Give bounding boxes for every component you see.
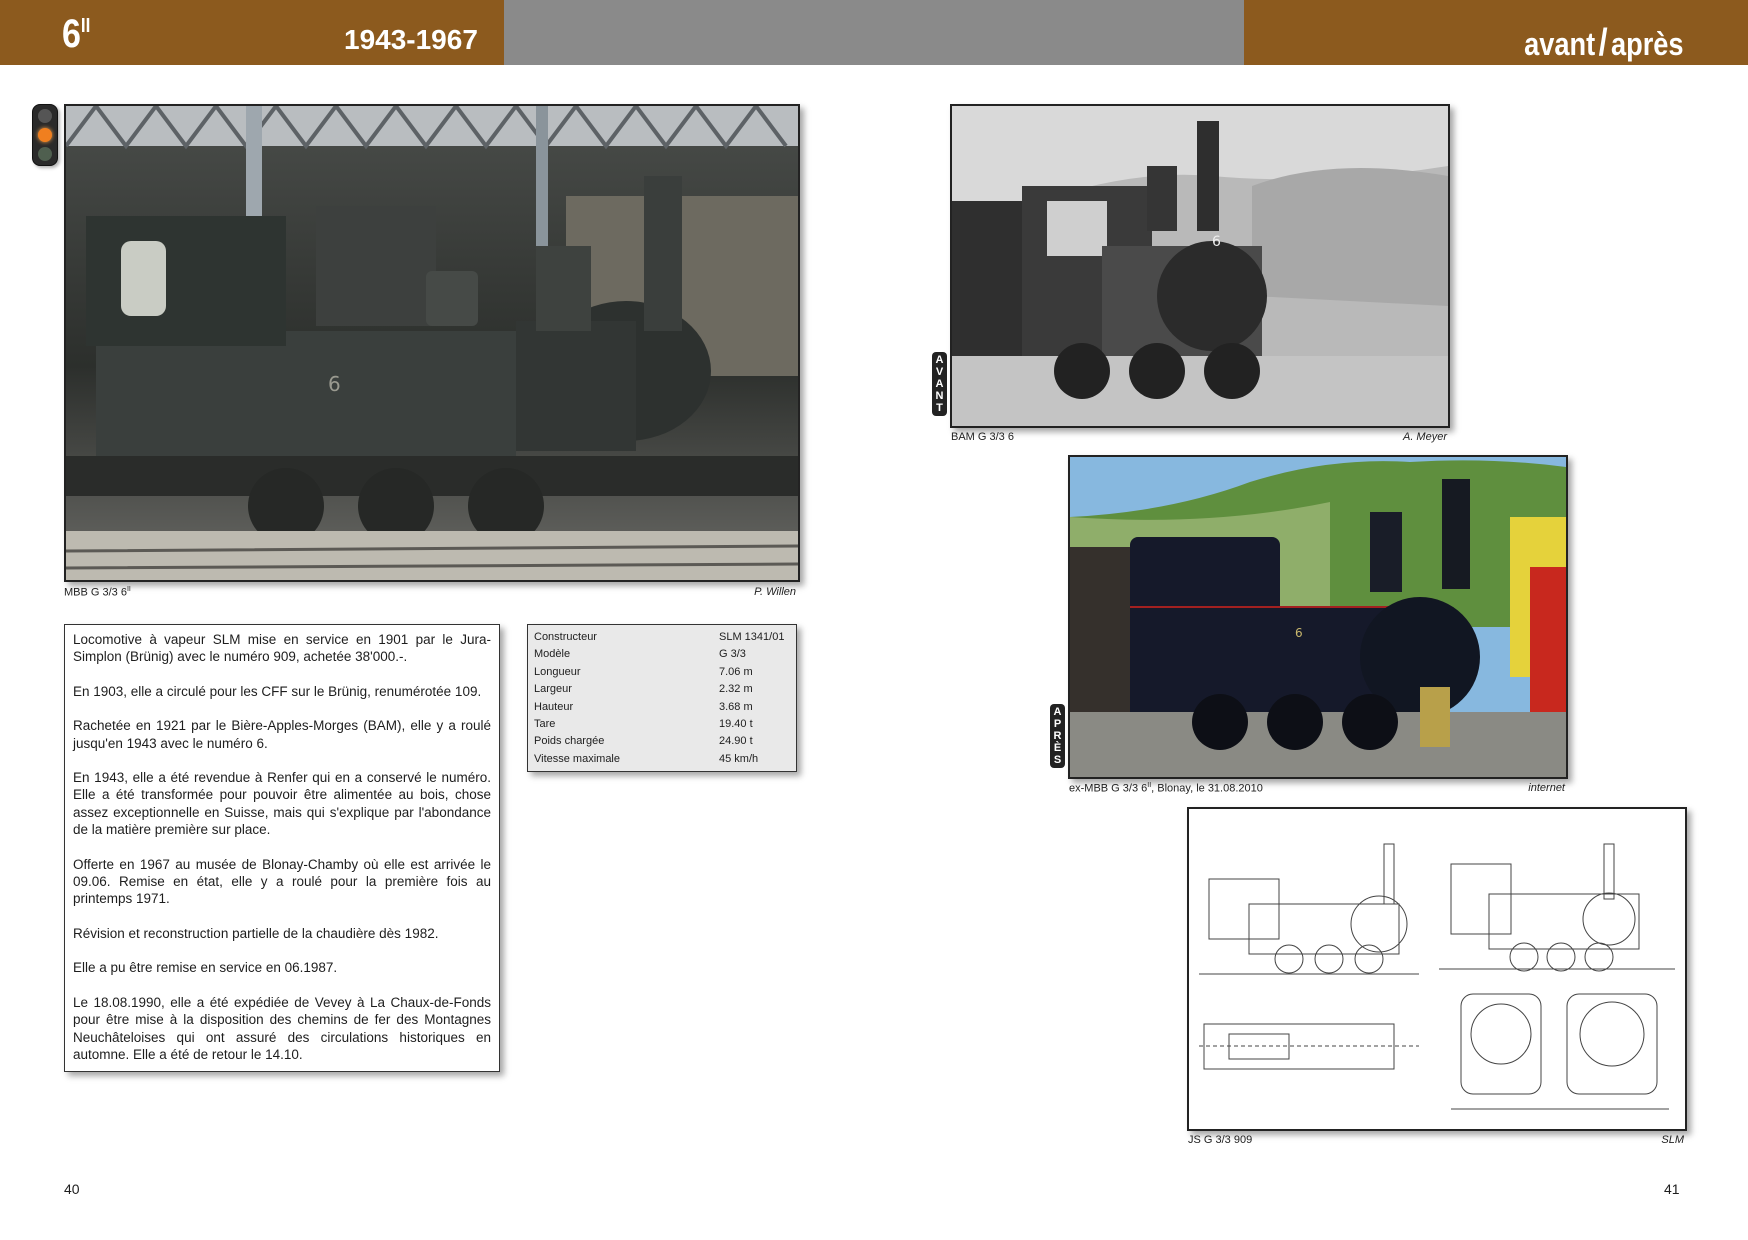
page-number-right: 41: [1664, 1181, 1680, 1197]
traffic-light-middle-lamp-orange: [38, 128, 52, 142]
main-photo-credit: P. Willen: [754, 586, 796, 598]
specs-table: Constructeur SLM 1341/01 Modèle G 3/3 Long…: [527, 624, 797, 772]
spec-row: Constructeur SLM 1341/01: [534, 631, 785, 643]
apres-vertical-label: APRÈS: [1050, 704, 1065, 768]
page-number-left: 40: [64, 1181, 80, 1197]
apres-photo-credit: internet: [1528, 782, 1565, 794]
avant-vertical-label: AVANT: [932, 352, 947, 416]
spec-row: Tare 19.40 t: [534, 718, 753, 731]
traffic-light-top-lamp: [38, 109, 52, 123]
spec-row: Modèle G 3/3: [534, 648, 746, 661]
traffic-light-icon: [32, 104, 58, 166]
header-middle-band: [504, 0, 1244, 65]
technical-drawing: [1187, 807, 1687, 1131]
apres-photo-caption: ex-MBB G 3/3 6II, Blonay, le 31.08.2010: [1069, 782, 1263, 795]
section-title: avant/après: [1524, 22, 1684, 64]
chapter-number: 6II: [62, 12, 91, 56]
avant-photo-caption: BAM G 3/3 6: [951, 431, 1014, 443]
spec-row: Longueur 7.06 m: [534, 665, 753, 678]
history-text-box: Locomotive à vapeur SLM mise en service …: [64, 624, 500, 1072]
drawing-credit: SLM: [1661, 1134, 1684, 1146]
apres-color-photo: 6: [1068, 455, 1568, 779]
avant-bw-photo: 6: [950, 104, 1450, 428]
svg-text:6: 6: [328, 372, 341, 396]
avant-photo-credit: A. Meyer: [1402, 431, 1447, 443]
header-right-band: avant/après: [1244, 0, 1748, 65]
history-paragraph: Offerte en 1967 au musée de Blonay-Chamb…: [73, 856, 491, 907]
history-paragraph: En 1943, elle a été revendue à Renfer qu…: [73, 770, 491, 838]
history-paragraph: Rachetée en 1921 par le Bière-Apples-Mor…: [73, 718, 491, 751]
main-photo-caption: MBB G 3/3 6II: [64, 586, 131, 599]
svg-text:6: 6: [1212, 234, 1221, 250]
traffic-light-bottom-lamp: [38, 147, 52, 161]
header-left-band: 6II 1943-1967: [0, 0, 504, 65]
history-paragraph: En 1903, elle a circulé pour les CFF sur…: [73, 683, 482, 699]
spec-row: Largeur 2.32 m: [534, 683, 753, 696]
history-paragraph: Locomotive à vapeur SLM mise en service …: [73, 632, 491, 665]
spec-row: Poids chargée 24.90 t: [534, 735, 753, 748]
history-paragraph: Elle a pu être remise en service en 06.1…: [73, 960, 338, 976]
svg-text:6: 6: [1295, 626, 1303, 640]
history-paragraph: Le 18.08.1990, elle a été expédiée de Ve…: [73, 994, 491, 1062]
chapter-years: 1943-1967: [344, 24, 478, 55]
spec-row: Vitesse maximale 45 km/h: [534, 752, 759, 765]
spec-row: Hauteur 3.68 m: [534, 700, 753, 713]
main-locomotive-photo: 6: [64, 104, 800, 582]
drawing-caption: JS G 3/3 909: [1188, 1134, 1253, 1146]
history-paragraph: Révision et reconstruction partielle de …: [73, 925, 439, 941]
